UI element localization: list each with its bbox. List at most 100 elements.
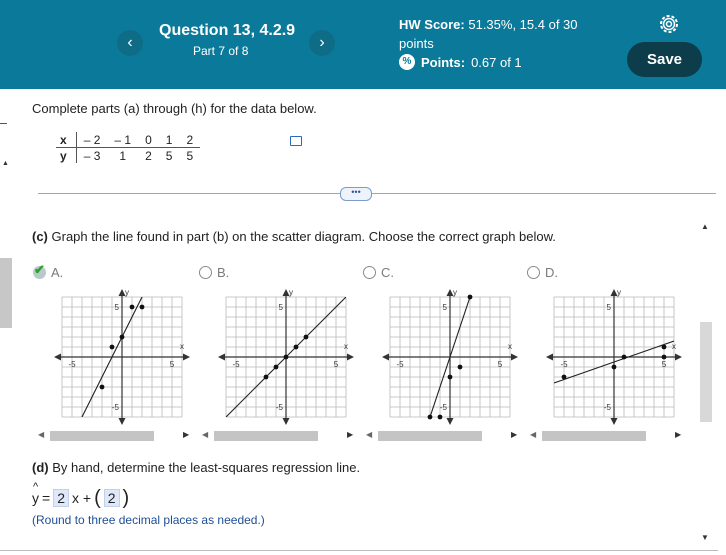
scroll-left-icon[interactable]: ◀ [202,430,208,439]
points: % Points: 0.67 of 1 [399,54,522,70]
part-c-label: (c) [32,229,48,244]
data-point [303,334,309,340]
table-cell: – 3 [83,148,101,163]
scatter-graph-a: xy5-55-5 [54,288,190,425]
regression-answer: y = 2 x + ( 2 ) [32,481,129,509]
data-point [661,354,667,360]
question-header: ‹ Question 13, 4.2.9 Part 7 of 8 › HW Sc… [0,0,726,89]
tick-label: 5 [443,303,448,312]
table-row: y – 3 1 2 5 5 [56,147,200,163]
x-plus-text: x + [71,490,92,506]
x-axis-arrow [347,353,354,361]
main-vertical-scrollbar[interactable]: ▲ ▼ [700,222,714,542]
scroll-up-icon[interactable]: ▲ [701,222,709,231]
scroll-down-icon[interactable]: ▼ [701,533,709,542]
scroll-left-icon[interactable]: ◀ [38,430,44,439]
partial-credit-icon: % [399,54,415,70]
question-part: Part 7 of 8 [193,44,249,58]
slope-answer-box[interactable]: 2 [53,489,69,507]
save-button[interactable]: Save [627,42,702,77]
table-cell: – 1 [107,132,139,148]
hw-score-value: 51.35%, 15.4 of 30 [468,17,578,32]
tick-label: -5 [560,360,568,369]
x-axis-arrow [54,353,61,361]
hw-score-unit: points [399,36,434,51]
previous-question-button[interactable]: ‹ [117,30,143,56]
equals-sign: = [42,490,51,506]
scrollbar-thumb[interactable] [214,431,318,441]
tick-label: -5 [68,360,76,369]
data-point [661,344,667,350]
y-axis-label: y [125,288,129,297]
scroll-right-icon[interactable]: ▶ [347,430,353,439]
data-point [437,414,443,420]
option-label: D. [545,265,558,280]
data-point [293,344,299,350]
part-d-text: By hand, determine the least-squares reg… [52,460,361,475]
table-cell: 0 [138,132,159,148]
gear-icon[interactable] [657,12,681,36]
tick-label: -5 [396,360,404,369]
part-d-label: (d) [32,460,49,475]
table-cell: 5 [186,148,194,163]
tick-label: 5 [498,360,503,369]
expand-more-button[interactable]: ••• [340,187,372,201]
scroll-right-icon[interactable]: ▶ [675,430,681,439]
y-hat-symbol: y [32,481,39,506]
scroll-right-icon[interactable]: ▶ [183,430,189,439]
x-axis-arrow [382,353,389,361]
option-d[interactable]: D. [527,265,558,280]
x-axis-label: x [672,342,676,351]
points-value: 0.67 of 1 [471,54,522,70]
part-c-prompt: (c) Graph the line found in part (b) on … [32,229,556,244]
scroll-right-icon[interactable]: ▶ [511,430,517,439]
scrollbar-thumb[interactable] [50,431,154,441]
table-cell: 2 [179,132,201,148]
left-scroll-up-icon[interactable]: ▲ [2,160,9,167]
option-a[interactable]: ✔ A. [33,262,63,280]
scroll-left-icon[interactable]: ◀ [530,430,536,439]
data-point [447,374,453,380]
tick-label: -5 [232,360,240,369]
tick-label: -5 [604,403,612,412]
graph-b-scrollbar[interactable]: ◀ ▶ [202,428,357,444]
tick-label: -5 [440,403,448,412]
radio-button[interactable] [363,266,376,279]
y-axis-arrow [610,418,618,425]
graph-a-scrollbar[interactable]: ◀ ▶ [38,428,193,444]
y-axis-label: y [617,288,621,297]
y-axis-arrow [446,418,454,425]
graph-d-scrollbar[interactable]: ◀ ▶ [530,428,685,444]
copy-data-icon[interactable] [290,136,302,146]
next-question-button[interactable]: › [309,30,335,56]
radio-button[interactable] [199,266,212,279]
bottom-border [0,550,718,551]
graph-c-scrollbar[interactable]: ◀ ▶ [366,428,521,444]
scroll-left-icon[interactable]: ◀ [366,430,372,439]
x-axis-arrow [546,353,553,361]
scrollbar-thumb[interactable] [542,431,646,441]
x-axis-label: x [180,342,184,351]
radio-button[interactable] [527,266,540,279]
scrollbar-thumb[interactable] [378,431,482,441]
intercept-answer-box[interactable]: 2 [103,489,120,507]
tick-label: -5 [112,403,120,412]
left-scrollbar-thumb[interactable] [0,258,12,328]
option-c[interactable]: C. [363,265,394,280]
tick-label: 5 [334,360,339,369]
section-divider [38,193,716,194]
option-b[interactable]: B. [199,265,229,280]
x-axis-label: x [508,342,512,351]
data-point [139,304,145,310]
tick-label: 5 [279,303,284,312]
y-axis-label: y [453,288,457,297]
option-label: B. [217,265,230,280]
question-title: Question 13, 4.2.9 [159,22,296,39]
scrollbar-thumb[interactable] [700,322,712,422]
y-axis-arrow [118,418,126,425]
correct-check-icon[interactable]: ✔ [33,262,46,279]
table-x-label: x [56,132,77,148]
open-paren: ( [94,487,101,509]
data-point [283,354,289,360]
scatter-graph-b: xy5-55-5 [218,288,354,425]
